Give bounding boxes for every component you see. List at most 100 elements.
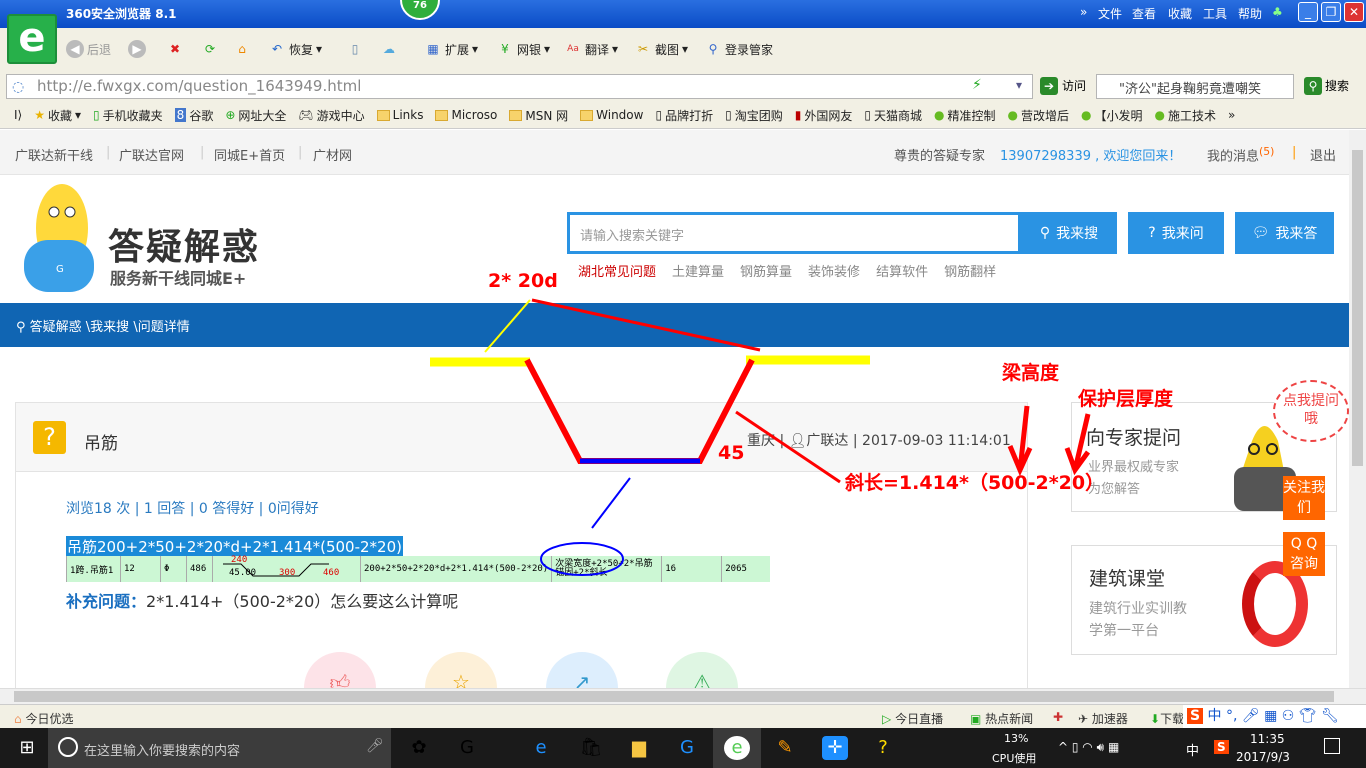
bookmark-item[interactable]: ● 营改增后 — [1007, 107, 1069, 124]
lightning-icon[interactable]: ⚡ — [972, 77, 982, 93]
login-manager-button[interactable]: ⚲ 登录管家 — [704, 40, 773, 58]
menu-tools[interactable]: 工具 — [1203, 5, 1227, 22]
dropdown-icon[interactable]: ▾ — [1016, 78, 1022, 92]
translate-button[interactable]: Aa 翻译 ▾ — [564, 40, 618, 58]
bookmark-item[interactable]: 🎮︎ 游戏中心 — [298, 107, 364, 124]
help-icon[interactable]: ? — [870, 736, 896, 760]
menu-help[interactable]: 帮助 — [1238, 5, 1262, 22]
bookmark-item[interactable]: Window — [580, 108, 643, 122]
scroll-thumb[interactable] — [14, 691, 1334, 702]
bookmark-item[interactable]: ▮ 外国网友 — [795, 107, 853, 124]
back-button[interactable]: ◀ 后退 — [66, 40, 111, 58]
bookmark-item[interactable]: MSN 网 — [509, 107, 568, 124]
bookmark-item[interactable]: ▯ 品牌打折 — [655, 107, 713, 124]
app-icon[interactable]: G — [674, 736, 700, 760]
bookmark-item[interactable]: Links — [376, 108, 423, 122]
bookmark-favorites[interactable]: ★ 收藏 ▾ — [34, 107, 81, 124]
ime-toolbar[interactable]: S 中 °, 🎤︎ ▦ ⚇ 👕︎ 🔧︎ — [1183, 705, 1366, 729]
play-icon: ▷ — [882, 712, 892, 726]
bookmark-item[interactable]: ● 精准控制 — [934, 107, 996, 124]
search-icon: ⚲ — [1304, 77, 1322, 95]
web-search-input[interactable]: "济公"起身鞠躬竟遭嘲笑 — [1096, 74, 1294, 99]
app-icon[interactable]: ✛ — [822, 736, 848, 760]
status-item[interactable]: ⬇下载 — [1150, 710, 1185, 727]
clock-date[interactable]: 2017/9/3 — [1236, 750, 1290, 764]
restore-tab-button[interactable]: ↶ 恢复 ▾ — [268, 40, 322, 58]
annotation-arrow — [484, 299, 531, 353]
store-icon[interactable]: 🛍︎ — [578, 736, 604, 760]
menu-view[interactable]: 查看 — [1132, 5, 1156, 22]
go-button[interactable]: ➔ 访问 — [1040, 77, 1086, 95]
chat-icon: ● — [1007, 108, 1018, 122]
status-item[interactable]: ▣ 热点新闻 — [970, 710, 1033, 727]
scroll-thumb[interactable] — [1352, 150, 1363, 466]
bookmark-item[interactable]: ⊕ 网址大全 — [225, 107, 286, 124]
ime-indicator[interactable]: 中 — [1186, 740, 1199, 759]
tray-icons[interactable]: ^ ▯ ◠ 🔊︎ ▦ — [1058, 740, 1119, 755]
status-bar: ⌂ 今日优选 ▷ 今日直播 ▣ 热点新闻 ✚ ✈ 加速器 ⬇下载 S 中 °, … — [0, 704, 1366, 729]
restore-button[interactable]: ❐ — [1321, 2, 1341, 22]
security-score-badge[interactable]: 76 — [400, 0, 440, 20]
menu-file[interactable]: 文件 — [1098, 5, 1122, 22]
app-icon[interactable]: ✿ — [406, 736, 432, 760]
medical-icon[interactable]: ✚ — [1053, 710, 1063, 724]
extend-button[interactable]: ▦ 扩展 ▾ — [424, 40, 478, 58]
refresh-button[interactable]: ⟳ — [201, 40, 219, 58]
bank-button[interactable]: ¥ 网银 ▾ — [496, 40, 550, 58]
notification-icon[interactable] — [1324, 738, 1340, 754]
chat-icon: ● — [1154, 108, 1165, 122]
bookmark-item[interactable]: ● 【小发明 — [1081, 107, 1143, 124]
clock-time[interactable]: 11:35 — [1250, 732, 1285, 746]
menu-favorites[interactable]: 收藏 — [1168, 5, 1192, 22]
annotation-arrow — [531, 298, 761, 352]
browser-logo[interactable]: e — [7, 14, 57, 64]
microphone-icon[interactable]: 🎤︎ — [366, 738, 384, 754]
screenshot-button[interactable]: ✂ 截图 ▾ — [634, 40, 688, 58]
horizontal-scrollbar[interactable] — [0, 688, 1366, 704]
windows-start-icon[interactable]: ⊞ — [14, 736, 40, 760]
today-picks[interactable]: ⌂ 今日优选 — [14, 710, 73, 727]
phone-button[interactable]: ▯ — [346, 40, 364, 58]
url-input[interactable]: http://e.fwxgx.com/question_1643949.html — [6, 74, 1033, 99]
gift-icon: ⌂ — [14, 712, 22, 726]
bookmark-item[interactable]: ▯ 天猫商城 — [864, 107, 922, 124]
page-icon: ▯ — [655, 108, 663, 122]
annotation-arrow — [591, 477, 631, 529]
window-title: 360安全浏览器 8.1 — [66, 7, 177, 21]
cortana-icon[interactable] — [58, 737, 78, 757]
plus-icon: ⊕ — [225, 108, 236, 122]
download-icon: ⬇ — [1150, 712, 1161, 726]
app-icon[interactable]: G — [454, 736, 480, 760]
notepad-icon[interactable]: ✎ — [772, 736, 798, 760]
home-button[interactable]: ⌂ — [233, 40, 251, 58]
sogou-icon[interactable]: S — [1214, 740, 1229, 754]
star-icon: ★ — [34, 108, 45, 122]
taskbar-search[interactable]: 在这里输入你要搜索的内容 — [48, 728, 391, 768]
bookmark-item[interactable]: ▯ 淘宝团购 — [725, 107, 783, 124]
bookmark-item[interactable]: Microso — [435, 108, 497, 122]
page-icon: ▯ — [864, 108, 871, 122]
cloud-button[interactable]: ☁ — [380, 40, 398, 58]
skin-icon[interactable]: ♣ — [1272, 5, 1283, 19]
360-browser-icon[interactable]: e — [724, 736, 750, 760]
minimize-button[interactable]: _ — [1298, 2, 1318, 22]
vertical-scrollbar[interactable] — [1349, 130, 1366, 688]
stop-button[interactable]: ✖ — [166, 40, 184, 58]
web-page: 广联达新干线 | 广联达官网 | 同城E+首页 | 广材网 尊贵的答疑专家 13… — [0, 130, 1349, 688]
bookmark-item[interactable]: 8 谷歌 — [174, 107, 213, 124]
forward-button[interactable]: ▶ — [128, 40, 146, 58]
bookmark-item[interactable]: ▯ 手机收藏夹 — [93, 107, 163, 124]
status-item[interactable]: ✈ 加速器 — [1078, 710, 1128, 727]
edge-icon[interactable]: e — [528, 736, 554, 760]
status-item[interactable]: ▷ 今日直播 — [882, 710, 943, 727]
annotation-label: 2* 20d — [488, 270, 558, 292]
title-bar: 360安全浏览器 8.1 76 » 文件 查看 收藏 工具 帮助 ♣ _ ❐ ✕ — [0, 0, 1366, 28]
more-bookmarks-icon[interactable]: » — [1228, 108, 1235, 122]
close-button[interactable]: ✕ — [1344, 2, 1364, 22]
bookmark-item[interactable]: ● 施工技术 — [1154, 107, 1216, 124]
file-explorer-icon[interactable]: ▆ — [626, 736, 652, 760]
annotation-label: 45 — [718, 442, 745, 464]
sidebar-toggle-icon[interactable]: I⟩ — [14, 108, 22, 122]
web-search-button[interactable]: ⚲ 搜索 — [1304, 77, 1349, 95]
annotation-circle — [540, 542, 624, 576]
